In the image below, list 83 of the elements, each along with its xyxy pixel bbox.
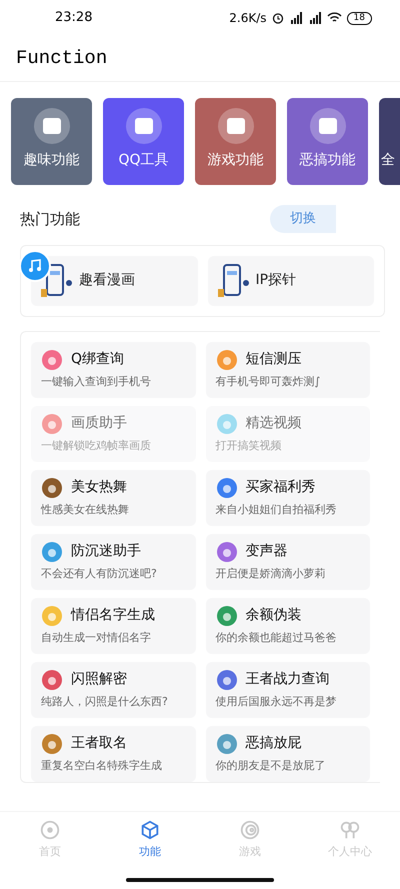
app-icon <box>218 108 254 144</box>
function-icon <box>41 668 63 691</box>
function-subtitle: 有手机号即可轰炸测∫ <box>216 374 320 390</box>
function-icon <box>216 540 238 563</box>
nav-tab[interactable]: 功能 <box>100 812 200 868</box>
hot-item[interactable]: IP探针 <box>208 256 374 306</box>
function-subtitle: 一键解锁吃鸡帧率画质 <box>41 438 151 454</box>
section-title: 热门功能 <box>20 208 80 230</box>
function-subtitle: 纯路人，闪照是什么东西? <box>41 694 168 710</box>
function-subtitle: 一键输入查询到手机号 <box>41 374 151 390</box>
wifi-icon <box>326 12 342 24</box>
function-icon <box>216 668 238 691</box>
function-card[interactable]: 余额伪装 你的余额也能超过马爸爸 <box>206 598 370 654</box>
function-title: 买家福利秀 <box>246 478 316 498</box>
function-card[interactable]: 情侣名字生成 自动生成一对情侣名字 <box>31 598 196 654</box>
function-title: 变声器 <box>246 542 288 562</box>
function-icon <box>41 732 63 755</box>
function-icon <box>216 348 238 371</box>
function-card[interactable]: 王者取名 重复名空白名特殊字生成 <box>31 726 196 782</box>
function-title: Q绑查询 <box>71 350 124 370</box>
app-icon <box>126 108 162 144</box>
function-title: 余额伪装 <box>246 606 302 626</box>
function-subtitle: 来自小姐姐们自拍福利秀 <box>216 502 336 518</box>
function-title: 情侣名字生成 <box>71 606 155 626</box>
function-title: 王者战力查询 <box>246 670 330 690</box>
hot-item[interactable]: 趣看漫画 <box>31 256 198 306</box>
category-card[interactable]: 游戏功能 <box>195 98 276 185</box>
status-time: 23:28 <box>55 9 92 28</box>
function-subtitle: 不会还有人有防沉迷吧? <box>41 566 157 582</box>
category-card[interactable]: 趣味功能 <box>11 98 92 185</box>
function-title: 美女热舞 <box>71 478 127 498</box>
page-title: Function <box>16 46 108 72</box>
function-card[interactable]: 变声器 开启便是娇滴滴小萝莉 <box>206 534 370 590</box>
function-icon <box>216 604 238 627</box>
music-button[interactable] <box>19 250 51 282</box>
function-icon <box>41 476 63 499</box>
function-icon <box>216 476 238 499</box>
function-card[interactable]: Q绑查询 一键输入查询到手机号 <box>31 342 196 398</box>
function-card[interactable]: 闪照解密 纯路人，闪照是什么东西? <box>31 662 196 718</box>
function-icon <box>41 348 63 371</box>
function-subtitle: 自动生成一对情侣名字 <box>41 630 151 646</box>
signal-icon <box>288 12 303 24</box>
function-icon <box>41 412 63 435</box>
function-title: 王者取名 <box>71 734 127 754</box>
function-title: 恶搞放屁 <box>246 734 302 754</box>
function-icon <box>41 540 63 563</box>
function-card[interactable]: 美女热舞 性感美女在线热舞 <box>31 470 196 526</box>
function-title: 闪照解密 <box>71 670 127 690</box>
network-speed: 2.6K/s <box>229 10 267 27</box>
function-icon <box>216 732 238 755</box>
function-card[interactable]: 恶搞放屁 你的朋友是不是放屁了 <box>206 726 370 782</box>
function-card[interactable]: 防沉迷助手 不会还有人有防沉迷吧? <box>31 534 196 590</box>
function-subtitle: 你的朋友是不是放屁了 <box>216 758 326 774</box>
people-icon <box>339 819 361 842</box>
function-title: 精选视频 <box>246 414 302 434</box>
function-title: 短信测压 <box>246 350 302 370</box>
function-card[interactable]: 王者战力查询 使用后国服永远不再是梦 <box>206 662 370 718</box>
app-icon <box>34 108 70 144</box>
function-card[interactable]: 精选视频 打开搞笑视频 <box>206 406 370 462</box>
cube-icon <box>139 819 161 842</box>
function-icon <box>41 604 63 627</box>
category-card[interactable]: 恶搞功能 <box>287 98 368 185</box>
function-subtitle: 打开搞笑视频 <box>216 438 282 454</box>
function-subtitle: 你的余额也能超过马爸爸 <box>216 630 336 646</box>
function-subtitle: 性感美女在线热舞 <box>41 502 129 518</box>
category-card[interactable]: QQ工具 <box>103 98 184 185</box>
function-icon <box>216 412 238 435</box>
function-subtitle: 使用后国服永远不再是梦 <box>216 694 336 710</box>
function-card[interactable]: 买家福利秀 来自小姐姐们自拍福利秀 <box>206 470 370 526</box>
spiral-icon <box>239 819 261 842</box>
category-card[interactable]: 全 <box>379 98 400 185</box>
function-card[interactable]: 短信测压 有手机号即可轰炸测∫ <box>206 342 370 398</box>
function-subtitle: 开启便是娇滴滴小萝莉 <box>216 566 326 582</box>
app-icon <box>310 108 346 144</box>
function-subtitle: 重复名空白名特殊字生成 <box>41 758 162 774</box>
circle-dot-icon <box>39 819 61 842</box>
function-title: 防沉迷助手 <box>71 542 141 562</box>
function-card[interactable]: 画质助手 一键解锁吃鸡帧率画质 <box>31 406 196 462</box>
function-title: 画质助手 <box>71 414 127 434</box>
music-note-icon <box>27 258 43 274</box>
alarm-icon <box>272 12 284 24</box>
signal-icon <box>308 12 322 24</box>
battery-indicator: 18 <box>346 12 372 24</box>
